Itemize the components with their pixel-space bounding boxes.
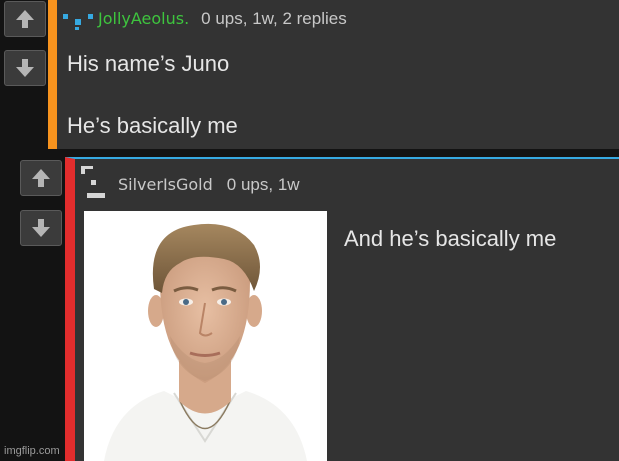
downvote-button[interactable] [20,210,62,246]
downvote-button[interactable] [4,50,46,86]
arrow-down-icon [16,59,34,77]
comment1-vote-column [4,1,46,86]
arrow-down-icon [32,219,50,237]
pixel-avatar-icon[interactable] [81,166,107,200]
portrait-photo[interactable] [84,211,327,461]
username-link[interactable]: SilverIsGold [118,175,213,194]
comment-stats: 0 ups, 1w, 2 replies [201,9,347,28]
comment-text: And he’s basically me [344,226,557,251]
comment2-vote-column [20,160,62,246]
upvote-button[interactable] [20,160,62,196]
comment-text-line-2: He’s basically me [67,113,238,138]
comment-jollyaeolus: JollyAeolus. 0 ups, 1w, 2 replies His na… [48,0,619,149]
comment-stats: 0 ups, 1w [226,175,300,194]
username-link[interactable]: JollyAeolus. [98,9,189,28]
arrow-up-icon [16,10,34,28]
portrait-illustration [84,211,327,461]
upvote-button[interactable] [4,1,46,37]
arrow-up-icon [32,169,50,187]
pixel-avatar-icon[interactable] [63,14,101,30]
watermark: imgflip.com [4,445,60,457]
comment-text-line-1: His name’s Juno [67,51,230,76]
